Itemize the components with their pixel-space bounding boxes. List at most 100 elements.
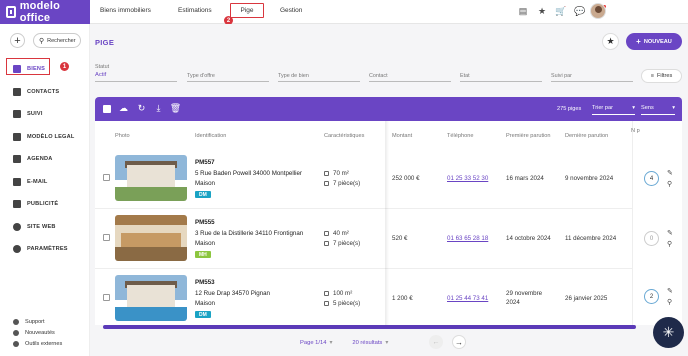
photo-pool: [115, 307, 187, 321]
surface-icon: [324, 231, 329, 236]
col-identification: Identification: [195, 133, 227, 139]
rooms: 7 pièce(s): [324, 240, 360, 247]
star-icon[interactable]: ★: [537, 6, 547, 16]
layers-icon[interactable]: ▤: [518, 6, 528, 16]
sidebar-item-biens[interactable]: BIENS: [0, 58, 90, 81]
filter-underline: [551, 81, 633, 82]
amount: 1 200 €: [392, 295, 413, 302]
sort-direction-select[interactable]: Sens ▾: [641, 105, 675, 115]
next-page-button[interactable]: →: [452, 335, 466, 349]
pen-icon[interactable]: ✎: [667, 169, 673, 177]
first-published: 14 octobre 2024: [506, 235, 551, 242]
top-bar: modelo office Biens immobiliers Estimati…: [0, 0, 688, 25]
favorite-button[interactable]: ★: [602, 33, 619, 50]
property-photo[interactable]: [115, 215, 187, 261]
phone-link[interactable]: 01 63 65 28 18: [447, 235, 488, 242]
gift-icon: [13, 329, 19, 336]
mail-icon: [13, 177, 21, 186]
page-indicator[interactable]: Page 1/14: [300, 340, 326, 346]
search-button[interactable]: ⚲ Rechercher: [33, 33, 81, 48]
property-ref[interactable]: PM557: [195, 159, 215, 166]
filters-row: Statut Actif Type d'offre Type de bien C…: [95, 64, 635, 82]
search-icon: ⚲: [39, 37, 45, 45]
app-logo[interactable]: modelo office: [0, 0, 90, 24]
first-published-line2: 2024: [506, 299, 520, 306]
filter-placeholder: Type d'offre: [187, 73, 215, 79]
filter-underline: [460, 81, 542, 82]
plus-icon: +: [636, 37, 641, 46]
sidebar-item-suivi[interactable]: SUIVI: [0, 103, 90, 126]
count-badge[interactable]: 4: [644, 171, 659, 186]
pen-icon[interactable]: ✎: [667, 287, 673, 295]
sidebar-item-contacts[interactable]: CONTACTS: [0, 81, 90, 104]
sidebar-item-label: CONTACTS: [27, 88, 60, 95]
logo-icon: [6, 6, 16, 18]
sidebar-item-label: AGENDA: [27, 156, 53, 163]
trash-icon[interactable]: 🗑: [170, 103, 181, 113]
property-type: Maison: [195, 240, 215, 247]
rooms-value: 7 pièce(s): [333, 240, 361, 247]
filter-underline: [187, 81, 269, 82]
sidebar-item-agenda[interactable]: AGENDA: [0, 148, 90, 171]
previous-page-button[interactable]: ←: [429, 335, 443, 349]
nav-pige-label: Pige: [240, 7, 254, 14]
new-button[interactable]: + NOUVEAU: [626, 33, 682, 50]
row-checkbox[interactable]: [103, 234, 110, 241]
property-ref[interactable]: PM553: [195, 279, 215, 286]
filter-icon: ≡: [650, 73, 655, 79]
property-ref[interactable]: PM555: [195, 219, 215, 226]
chat-icon[interactable]: 💬: [574, 6, 585, 16]
property-photo[interactable]: [115, 155, 187, 201]
photo-ceiling: [115, 215, 187, 225]
add-button[interactable]: +: [10, 33, 25, 48]
cart-icon[interactable]: 🛒: [555, 6, 566, 16]
outils-externes-link[interactable]: Outils externes: [13, 338, 62, 349]
sort-by-select[interactable]: Trier par ▾: [592, 105, 635, 115]
chevron-down-icon: ▾: [672, 105, 675, 111]
sidebar-item-email[interactable]: E-MAIL: [0, 171, 90, 194]
sidebar-item-modelo-legal[interactable]: MODÈLO LEGAL: [0, 126, 90, 149]
search-icon[interactable]: ⚲: [667, 240, 672, 248]
rooms-value: 5 pièce(s): [333, 300, 361, 307]
count-badge[interactable]: 0: [644, 231, 659, 246]
sidebar-item-site-web[interactable]: SITE WEB: [0, 216, 90, 239]
surface-icon: [324, 291, 329, 296]
property-tag: DM: [195, 191, 211, 198]
pen-icon[interactable]: ✎: [667, 229, 673, 237]
property-photo[interactable]: [115, 275, 187, 321]
results-per-page[interactable]: 20 résultats: [352, 340, 382, 346]
search-icon[interactable]: ⚲: [667, 298, 672, 306]
phone-link[interactable]: 01 25 33 52 30: [447, 175, 488, 182]
filter-placeholder: Suivi par: [551, 73, 572, 79]
amount: 252 000 €: [392, 175, 420, 182]
sidebar-item-parametres[interactable]: PARAMÈTRES: [0, 238, 90, 261]
nav-estimations[interactable]: Estimations: [178, 7, 212, 14]
document-icon: [13, 132, 21, 141]
filter-statut[interactable]: Statut Actif: [95, 64, 177, 82]
search-icon[interactable]: ⚲: [667, 180, 672, 188]
sort-by-label: Trier par: [592, 105, 613, 111]
cloud-upload-icon[interactable]: ☁: [119, 103, 128, 113]
surface-value: 100 m²: [333, 290, 353, 297]
refresh-icon[interactable]: ↻: [137, 103, 146, 113]
help-fab[interactable]: ✳: [653, 317, 684, 348]
nav-biens-immobiliers[interactable]: Biens immobiliers: [100, 7, 151, 14]
logo-text: modelo office: [19, 0, 60, 24]
column-shadow: [385, 121, 389, 325]
nav-gestion[interactable]: Gestion: [280, 7, 302, 14]
filters-button[interactable]: ≡ Filtres: [641, 69, 682, 83]
nav-pige[interactable]: Pige: [230, 3, 264, 18]
filter-placeholder: Etat: [460, 73, 470, 79]
count-badge[interactable]: 2: [644, 289, 659, 304]
nouveautes-link[interactable]: Nouveautés: [13, 327, 62, 338]
download-icon[interactable]: ⤓: [154, 103, 163, 113]
phone-link[interactable]: 01 25 44 73 41: [447, 295, 488, 302]
support-link[interactable]: Support: [13, 316, 62, 327]
row-checkbox[interactable]: [103, 294, 110, 301]
tools-icon: [13, 340, 19, 347]
user-avatar[interactable]: [590, 3, 606, 19]
row-checkbox[interactable]: [103, 174, 110, 181]
select-all-checkbox[interactable]: [102, 104, 111, 113]
sidebar-item-publicite[interactable]: PUBLICITÉ: [0, 193, 90, 216]
horizontal-scrollbar[interactable]: [103, 325, 636, 329]
